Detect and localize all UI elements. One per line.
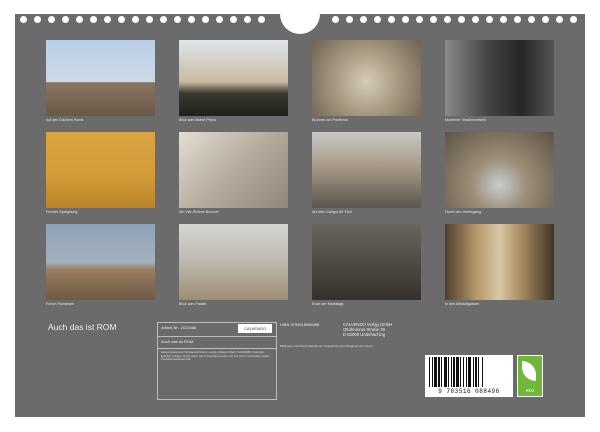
article-number: Artikel-Nr.: 2023486: [161, 325, 197, 330]
photo-cell: Ende der Markttags: [312, 224, 421, 306]
seagull-panorama-photo: [179, 224, 288, 300]
balcony-view-photo: [179, 40, 288, 116]
photo-cell: Brunnen am Pantheon: [312, 40, 421, 122]
barcode: 9 783516 088496: [425, 355, 513, 397]
isbn: ISBN 9783516088496: [280, 322, 320, 327]
photo-caption: Auf den Dächern Roms: [46, 118, 84, 122]
photo-caption: Forum Romanum: [46, 302, 74, 306]
forum-romanum-photo: [46, 224, 155, 300]
photo-cell: Fenster-Spiegelung: [46, 132, 155, 214]
market-stall-photo: [312, 132, 421, 208]
photo-caption: Durch den Hofeingang: [445, 210, 481, 214]
photo-cell: Auf dem Campo de' Fiori: [312, 132, 421, 214]
photo-caption: In den Altstadtgassen: [445, 302, 480, 306]
barcode-number: 9 783516 088496: [438, 388, 500, 395]
calendar-title: Auch das ist ROM: [48, 322, 117, 332]
photo-caption: Moderner Straßenverkehr: [445, 118, 487, 122]
photo-cell: Am Vier-Ströme-Brunnen: [179, 132, 288, 214]
photo-cell: Forum Romanum: [46, 224, 155, 306]
photo-cell: Auf den Dächern Roms: [46, 40, 155, 122]
photo-caption: Am Vier-Ströme-Brunnen: [179, 210, 220, 214]
product-info-box: Artikel-Nr.: 2023486 CALVENDO Auch das i…: [157, 322, 277, 400]
calvendo-logo: CALVENDO: [238, 324, 272, 333]
market-boxes-photo: [312, 224, 421, 300]
publisher-city: D-82008 Unterhaching: [343, 332, 386, 337]
info-subtitle: Auch das ist ROM: [161, 339, 194, 344]
photo-caption: Blick vom Palatin: [179, 302, 207, 306]
eco-icon: eco: [517, 355, 543, 397]
photo-caption: Fenster-Spiegelung: [46, 210, 78, 214]
rooftops-photo: [46, 40, 155, 116]
archway-photo: [445, 132, 554, 208]
photo-cell: Blick vom Palatin: [179, 224, 288, 306]
fountain-sculpture-photo: [312, 40, 421, 116]
binding-holes-right: [332, 16, 577, 26]
alley-photo: [445, 224, 554, 300]
photo-caption: Blick vom Monte Pincio: [179, 118, 217, 122]
photo-cell: Blick vom Monte Pincio: [179, 40, 288, 122]
photo-caption: Auf dem Campo de' Fiori: [312, 210, 352, 214]
photo-caption: Brunnen am Pantheon: [312, 118, 348, 122]
binding-holes-left: [20, 16, 265, 26]
photo-caption: Ende der Markttags: [312, 302, 344, 306]
window-facade-photo: [46, 132, 155, 208]
statue-pigeon-photo: [179, 132, 288, 208]
credits-text: Bildquelle: http://www.calvendo.de Origi…: [280, 344, 374, 348]
photo-cell: Durch den Hofeingang: [445, 132, 554, 214]
scooters-photo: [445, 40, 554, 116]
publisher-address: CALVENDO Verlag GmbH Ottobrunner Straße …: [343, 322, 392, 337]
photo-cell: In den Altstadtgassen: [445, 224, 554, 306]
eco-label: eco: [525, 388, 535, 394]
photo-cell: Moderner Straßenverkehr: [445, 40, 554, 122]
description-text: Einige besonderer Schnappschüsse in ewig…: [161, 350, 270, 362]
